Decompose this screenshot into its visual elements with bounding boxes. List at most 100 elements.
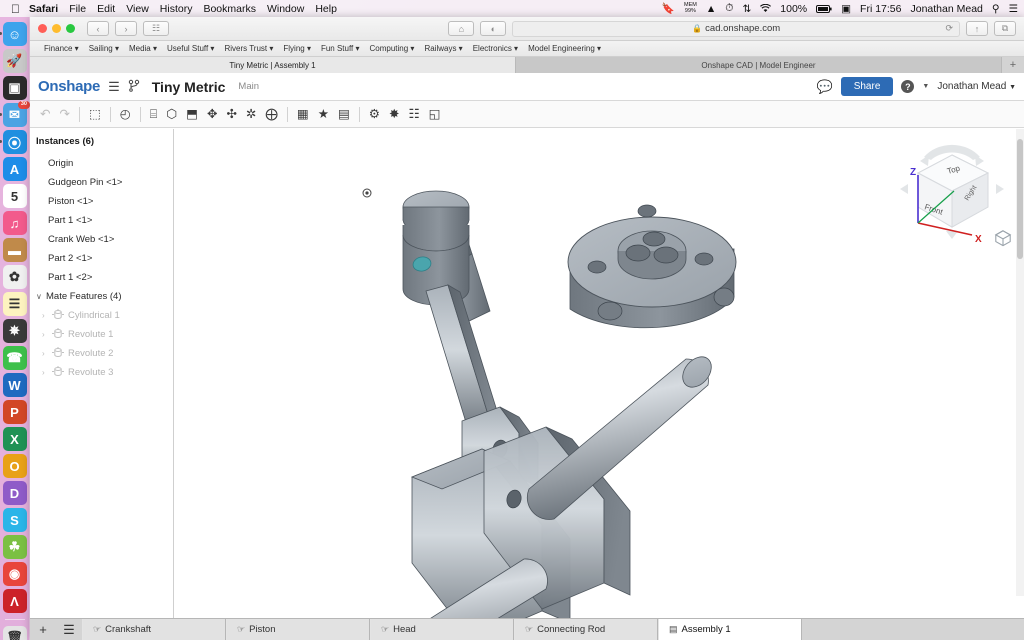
scrollbar-thumb[interactable] [1017, 139, 1023, 259]
gear-settings-icon[interactable]: ⚙ [369, 108, 380, 121]
bluetooth-icon[interactable]: ⇅ [742, 3, 751, 15]
group-icon[interactable]: ▦ [297, 108, 309, 121]
document-title[interactable]: Tiny Metric [152, 79, 226, 95]
spotlight-search-icon[interactable]: ⚲ [992, 3, 1000, 15]
browser-tab-assembly[interactable]: Tiny Metric | Assembly 1 [30, 57, 516, 73]
tree-mate-revolute-2[interactable]: › Revolute 2 [30, 344, 173, 363]
tree-mate-revolute-1[interactable]: › Revolute 1 [30, 325, 173, 344]
onshape-logo[interactable]: Onshape [38, 78, 100, 95]
document-tab-connecting-rod[interactable]: ☞ Connecting Rod [514, 619, 658, 640]
tree-instance-piston-1[interactable]: Piston <1> [30, 192, 173, 211]
close-window-button[interactable] [38, 24, 47, 33]
launchpad-icon[interactable]: 🚀 [2, 49, 27, 73]
sidebar-toggle-button[interactable]: ☷ [143, 21, 169, 36]
tab-list-icon[interactable]: ☰ [56, 619, 82, 640]
bookmark-flying[interactable]: Flying ▾ [283, 44, 311, 53]
bookmark-status-icon[interactable]: 🔖 [662, 2, 675, 15]
skype-icon[interactable]: S [2, 508, 27, 532]
planar-mate-icon[interactable]: ✥ [207, 108, 217, 121]
bill-of-materials-icon[interactable]: ☷ [408, 108, 419, 121]
home-button[interactable]: ⌂ [448, 21, 475, 36]
tree-instance-gudgeon-pin-1[interactable]: Gudgeon Pin <1> [30, 173, 173, 192]
battery-icon[interactable] [816, 4, 832, 13]
calendar-icon[interactable]: 5 [2, 184, 27, 208]
mate-connector-icon[interactable]: ★ [318, 108, 329, 121]
word-icon[interactable]: W [2, 373, 27, 397]
assembly-config-icon[interactable]: ✸ [389, 108, 399, 121]
comment-icon[interactable]: 💬 [817, 79, 833, 95]
bookmark-fun-stuff[interactable]: Fun Stuff ▾ [321, 44, 360, 53]
replicate-icon[interactable]: ▤ [338, 108, 350, 121]
compass-icon[interactable]: ✵ [2, 319, 27, 343]
add-tab-button[interactable]: + [30, 619, 56, 640]
bookmark-useful-stuff[interactable]: Useful Stuff ▾ [167, 44, 214, 53]
chevron-right-icon[interactable]: › [42, 349, 52, 358]
datetime-display[interactable]: Fri 17:56 [860, 3, 901, 15]
fastened-mate-icon[interactable]: ⌸ [150, 108, 158, 121]
powerpoint-icon[interactable]: P [2, 400, 27, 424]
share-button[interactable]: Share [840, 77, 894, 96]
dropbox-icon[interactable]: ▲ [706, 3, 716, 15]
excel-icon[interactable]: X [2, 427, 27, 451]
photos-icon[interactable]: ✿ [2, 265, 27, 289]
bookmark-media[interactable]: Media ▾ [129, 44, 157, 53]
chevron-right-icon[interactable]: › [42, 311, 52, 320]
safari-icon[interactable]: ⦿ [0, 130, 27, 154]
menu-item-bookmarks[interactable]: Bookmarks [203, 3, 256, 15]
hamburger-menu-icon[interactable]: ☰ [108, 79, 120, 95]
tree-mate-cylindrical-1[interactable]: › Cylindrical 1 [30, 306, 173, 325]
bookmark-sailing[interactable]: Sailing ▾ [89, 44, 119, 53]
back-button[interactable]: ‹ [87, 21, 109, 36]
tree-instance-origin[interactable]: Origin [30, 154, 173, 173]
music-icon[interactable]: ♫ [2, 211, 27, 235]
outlook-icon[interactable]: O [2, 454, 27, 478]
notification-center-icon[interactable]: ☰ [1009, 3, 1018, 15]
document-tab-piston[interactable]: ☞ Piston [226, 619, 370, 640]
tree-instance-part-1-1[interactable]: Part 1 <1> [30, 211, 173, 230]
trash-icon[interactable]: 🗑 [2, 626, 27, 640]
document-tab-crankshaft[interactable]: ☞ Crankshaft [82, 619, 226, 640]
revolute-mate-icon[interactable]: ⬡ [166, 108, 177, 121]
acrobat-icon[interactable]: Λ [2, 589, 27, 613]
maximize-window-button[interactable] [66, 24, 75, 33]
dictionary-icon[interactable]: D [2, 481, 27, 505]
menu-item-history[interactable]: History [160, 3, 193, 15]
viewport-scrollbar[interactable] [1016, 129, 1024, 596]
menu-item-help[interactable]: Help [315, 3, 337, 15]
minimize-window-button[interactable] [52, 24, 61, 33]
chevron-right-icon[interactable]: › [42, 330, 52, 339]
share-button[interactable]: ↑ [966, 21, 988, 36]
help-icon[interactable]: ? [901, 80, 915, 93]
input-source-icon[interactable]: ▣ [841, 3, 851, 15]
view-cube[interactable]: Top Front Right Z X [896, 135, 1008, 253]
add-tab-button[interactable]: + [1002, 57, 1024, 73]
memory-status[interactable]: MEM 99% [684, 2, 697, 14]
bookmark-computing[interactable]: Computing ▾ [370, 44, 415, 53]
menu-item-safari[interactable]: Safari [29, 3, 58, 15]
chrome-icon[interactable]: ◉ [2, 562, 27, 586]
chevron-down-icon[interactable]: ∨ [36, 292, 46, 301]
exploded-view-icon[interactable]: ◱ [429, 108, 441, 121]
pin-slot-mate-icon[interactable]: ✲ [246, 108, 256, 121]
bookmark-rivers-trust[interactable]: Rivers Trust ▾ [224, 44, 273, 53]
menu-item-window[interactable]: Window [267, 3, 304, 15]
shaded-view-icon[interactable] [994, 229, 1012, 247]
bookmark-model-engineering[interactable]: Model Engineering ▾ [528, 44, 601, 53]
head-part[interactable] [567, 204, 737, 329]
garden-app-icon[interactable]: ☘ [2, 535, 27, 559]
tree-instance-crank-web-1[interactable]: Crank Web <1> [30, 230, 173, 249]
battery-percent[interactable]: 100% [780, 3, 807, 15]
tree-instance-part-1-2[interactable]: Part 1 <2> [30, 268, 173, 287]
document-tab-head[interactable]: ☞ Head [370, 619, 514, 640]
bookmark-finance[interactable]: Finance ▾ [44, 44, 79, 53]
menu-item-view[interactable]: View [126, 3, 149, 15]
tree-mate-revolute-3[interactable]: › Revolute 3 [30, 363, 173, 382]
books-icon[interactable]: ▬ [2, 238, 27, 262]
chevron-right-icon[interactable]: › [42, 368, 52, 377]
help-chevron-down-icon[interactable]: ▼ [922, 83, 929, 90]
view-cube-body[interactable]: Top Front Right [916, 154, 990, 228]
branch-icon[interactable] [128, 79, 140, 95]
bookmark-railways[interactable]: Railways ▾ [424, 44, 462, 53]
apple-menu-icon[interactable]:  [11, 3, 20, 15]
reload-icon[interactable]: ⟳ [945, 23, 953, 34]
